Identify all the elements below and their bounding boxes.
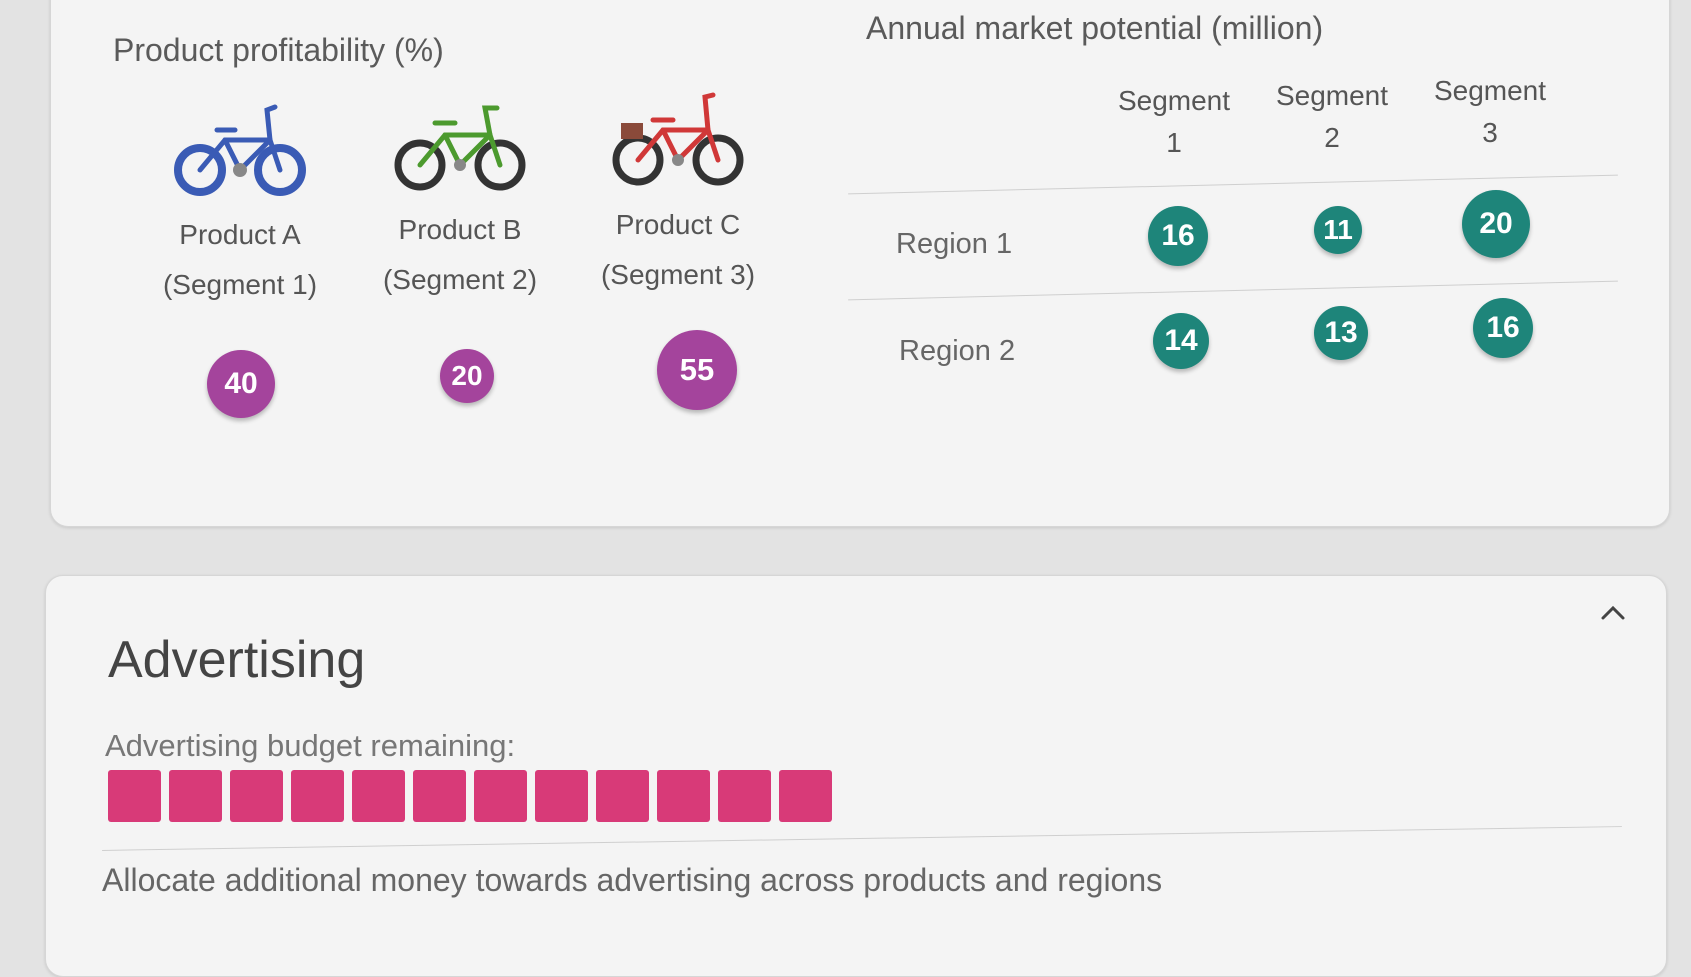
collapse-button[interactable] bbox=[1595, 595, 1631, 631]
budget-block bbox=[108, 770, 161, 822]
advertising-description: Allocate additional money towards advert… bbox=[102, 862, 1163, 898]
product-a: Product A (Segment 1) bbox=[130, 95, 350, 305]
advertising-title: Advertising bbox=[108, 631, 366, 689]
bicycle-icon bbox=[174, 104, 306, 196]
budget-block bbox=[535, 770, 588, 822]
market-cell: 11 bbox=[1308, 200, 1368, 260]
market-title: Annual market potential (million) bbox=[866, 10, 1324, 46]
product-name: Product A bbox=[179, 219, 301, 250]
market-cell: 16 bbox=[1148, 206, 1208, 266]
segment-header-3: Segment 3 bbox=[1433, 75, 1547, 148]
budget-block bbox=[657, 770, 710, 822]
region-label-1: Region 1 bbox=[896, 228, 1013, 260]
segment-header-2: Segment 2 bbox=[1275, 80, 1389, 153]
product-name: Product B bbox=[398, 214, 522, 245]
bicycle-icon bbox=[612, 92, 744, 186]
profitability-badge-c: 55 bbox=[657, 330, 737, 410]
profitability-badge-b: 20 bbox=[440, 349, 494, 403]
segment-header-1: Segment 1 bbox=[1117, 85, 1231, 158]
product-segment: (Segment 2) bbox=[382, 264, 538, 295]
bicycle-icon bbox=[394, 105, 526, 191]
budget-block bbox=[291, 770, 344, 822]
profitability-title: Product profitability (%) bbox=[113, 32, 444, 68]
chevron-up-icon bbox=[1601, 605, 1625, 620]
budget-block bbox=[596, 770, 649, 822]
product-c: Product C (Segment 3) bbox=[568, 85, 788, 295]
budget-block bbox=[230, 770, 283, 822]
product-b: Product B (Segment 2) bbox=[350, 90, 570, 300]
budget-block bbox=[779, 770, 832, 822]
product-segment: (Segment 3) bbox=[600, 259, 756, 290]
product-name: Product C bbox=[615, 209, 741, 240]
budget-block bbox=[413, 770, 466, 822]
profitability-badge-a: 40 bbox=[207, 350, 275, 418]
market-cell: 20 bbox=[1462, 190, 1530, 258]
budget-block bbox=[718, 770, 771, 822]
budget-bar bbox=[108, 770, 832, 822]
market-cell: 14 bbox=[1153, 313, 1213, 373]
budget-block bbox=[169, 770, 222, 822]
market-cell: 13 bbox=[1314, 306, 1374, 366]
market-cell: 16 bbox=[1473, 298, 1533, 358]
budget-block bbox=[474, 770, 527, 822]
budget-label: Advertising budget remaining: bbox=[105, 728, 516, 763]
product-segment: (Segment 1) bbox=[162, 269, 318, 300]
region-label-2: Region 2 bbox=[899, 335, 1016, 367]
budget-block bbox=[352, 770, 405, 822]
